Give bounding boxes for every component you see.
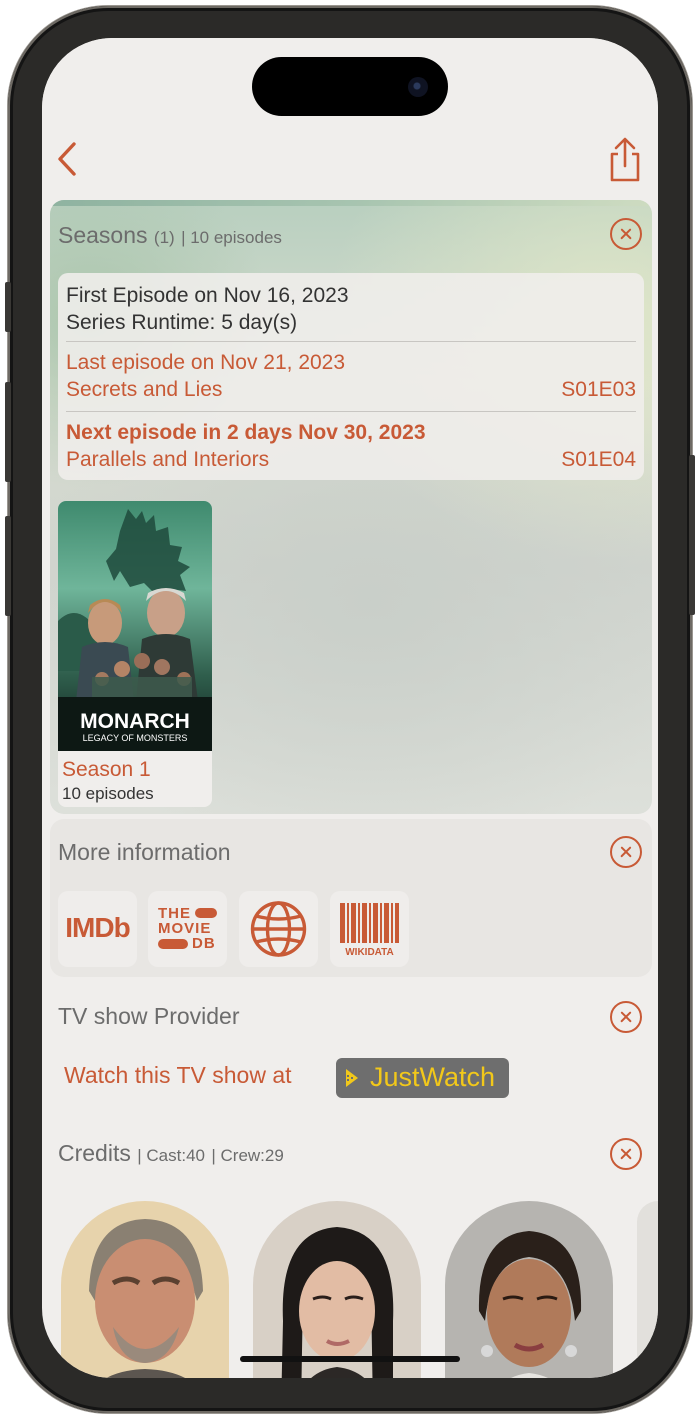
next-episode-label: Next episode in 2 days Nov 30, 2023 — [66, 421, 426, 444]
tmdb-icon: THE MOVIE DB — [148, 891, 227, 967]
home-indicator — [240, 1356, 460, 1362]
card-top-accent — [50, 200, 652, 206]
series-runtime-text: Series Runtime: 5 day(s) — [66, 311, 298, 334]
justwatch-label: JustWatch — [370, 1062, 496, 1092]
cast-photo[interactable] — [61, 1201, 229, 1378]
poster-subtitle: LEGACY OF MONSTERS — [83, 733, 188, 743]
more-information-card: More information IMDb THE MOVIE DB WIKID… — [50, 819, 652, 977]
season-episode-count: 10 episodes — [62, 784, 154, 803]
last-episode-label: Last episode on Nov 21, 2023 — [66, 351, 346, 374]
divider — [66, 411, 636, 412]
cast-portrait-image — [89, 1219, 203, 1378]
seasons-title: Seasons (1) | 10 episodes — [58, 222, 282, 249]
tmdb-link[interactable]: THE MOVIE DB — [148, 891, 227, 967]
last-episode-row[interactable]: Last episode on Nov 21, 2023 Secrets and… — [58, 345, 644, 407]
next-episode-title: Parallels and Interiors — [66, 448, 270, 471]
collapse-seasons-button[interactable] — [610, 218, 642, 250]
cast-photo[interactable] — [445, 1201, 613, 1378]
screen: Seasons (1) | 10 episodes First Episode … — [42, 38, 658, 1378]
last-episode-title: Secrets and Lies — [66, 378, 223, 401]
justwatch-button[interactable]: JustWatch — [336, 1058, 509, 1098]
cast-photo[interactable] — [253, 1201, 421, 1378]
seasons-episodes-meta: | 10 episodes — [181, 228, 282, 247]
poster-title: MONARCH — [80, 710, 190, 733]
imdb-icon: IMDb — [65, 912, 130, 943]
last-episode-code: S01E03 — [561, 378, 636, 401]
next-episode-row[interactable]: Next episode in 2 days Nov 30, 2023 Para… — [58, 413, 644, 477]
action-button — [5, 282, 11, 332]
wikidata-icon: WIKIDATA — [340, 903, 399, 958]
chevron-left-icon — [58, 142, 76, 176]
website-link[interactable] — [239, 891, 318, 967]
tmdb-pill — [195, 908, 217, 918]
seasons-title-text: Seasons — [58, 222, 148, 248]
tmdb-pill — [158, 939, 188, 949]
season-label: Season 1 — [62, 758, 151, 781]
justwatch-play-icon — [346, 1069, 358, 1087]
volume-down-button — [5, 516, 11, 616]
dynamic-island — [252, 57, 448, 116]
globe-icon — [250, 901, 307, 957]
wikidata-label: WIKIDATA — [345, 947, 394, 958]
cast-portrait-image — [281, 1227, 394, 1378]
share-icon — [610, 137, 640, 182]
cast-portrait-image — [478, 1231, 582, 1378]
seasons-count: (1) — [153, 228, 175, 247]
season-poster-image: MONARCH LEGACY OF MONSTERS — [58, 501, 212, 751]
volume-up-button — [5, 382, 11, 482]
wikidata-link[interactable]: WIKIDATA — [330, 891, 409, 967]
season-tile[interactable]: MONARCH LEGACY OF MONSTERS Season 1 10 e… — [58, 501, 212, 807]
episode-info-box: First Episode on Nov 16, 2023 Series Run… — [58, 273, 644, 480]
back-button[interactable] — [54, 138, 84, 180]
credits-crew-count: | Crew:29 — [211, 1146, 284, 1165]
seasons-card: Seasons (1) | 10 episodes First Episode … — [50, 200, 652, 814]
collapse-credits-button[interactable] — [610, 1138, 642, 1170]
provider-title: TV show Provider — [58, 1003, 240, 1029]
tmdb-line-3: DB — [192, 935, 216, 952]
credits-title: Credits | Cast:40 | Crew:29 — [58, 1140, 284, 1167]
camera-icon — [408, 77, 428, 97]
imdb-link[interactable]: IMDb — [58, 891, 137, 967]
next-episode-code: S01E04 — [561, 448, 636, 471]
cast-photo[interactable] — [637, 1201, 658, 1378]
share-button[interactable] — [605, 136, 645, 184]
more-information-title: More information — [58, 839, 231, 865]
watch-text: Watch this TV show at — [64, 1062, 292, 1088]
collapse-more-information-button[interactable] — [610, 836, 642, 868]
divider — [66, 341, 636, 342]
credits-cast-count: | Cast:40 — [137, 1146, 205, 1165]
collapse-provider-button[interactable] — [610, 1001, 642, 1033]
credits-title-text: Credits — [58, 1140, 131, 1166]
power-button — [689, 455, 695, 615]
first-episode-text: First Episode on Nov 16, 2023 — [66, 284, 349, 307]
